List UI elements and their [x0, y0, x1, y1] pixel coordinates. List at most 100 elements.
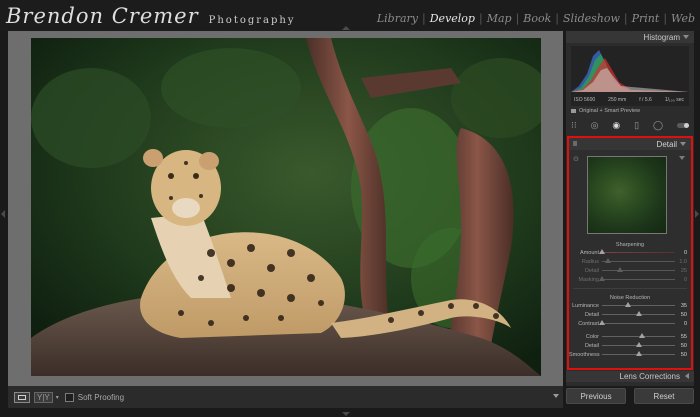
panel-switch-icon[interactable]	[573, 141, 577, 146]
target-adjust-icon[interactable]: ⊙	[573, 155, 579, 163]
slider-luminance-contrast[interactable]: Contrast 0	[569, 319, 691, 328]
slider-sharpen-amount[interactable]: Amount 0	[569, 248, 691, 257]
module-library[interactable]: Library	[374, 12, 421, 25]
slider-sharpen-detail[interactable]: Detail 25	[569, 266, 691, 275]
detail-zoom-preview[interactable]	[587, 156, 667, 234]
slider-track[interactable]	[599, 276, 675, 281]
crop-icon[interactable]: ⁝⁝	[571, 120, 577, 130]
slider-knob[interactable]	[599, 320, 605, 325]
module-map[interactable]: Map	[484, 12, 515, 25]
expand-lens-corrections-icon	[685, 373, 689, 379]
slider-track[interactable]	[599, 320, 675, 325]
radial-filter-icon[interactable]: ◯	[653, 120, 663, 130]
slider-knob[interactable]	[617, 267, 624, 272]
right-panel: Histogram ISO 5600 250 mm f / 5.6 1/₁₀₀ …	[566, 31, 694, 386]
slider-value[interactable]: 55	[675, 334, 687, 340]
slider-label: Detail	[584, 267, 599, 274]
collapse-top-panel-icon[interactable]	[342, 26, 350, 30]
slider-track[interactable]	[602, 302, 675, 307]
red-eye-icon[interactable]: ◉	[612, 120, 620, 130]
slider-knob[interactable]	[635, 351, 642, 356]
slider-value[interactable]: 35	[675, 303, 687, 309]
zoom-preview-toggle-icon[interactable]	[679, 156, 685, 160]
module-develop[interactable]: Develop	[427, 12, 478, 25]
slider-value[interactable]: 0	[675, 277, 687, 283]
slider-value[interactable]: 1.0	[675, 259, 687, 265]
slider-track[interactable]	[602, 258, 675, 263]
module-print[interactable]: Print	[629, 12, 663, 25]
slider-value[interactable]: 25	[675, 268, 687, 274]
slider-luminance-detail[interactable]: Detail 50	[569, 310, 691, 319]
reset-button[interactable]: Reset	[634, 388, 694, 404]
previous-button[interactable]: Previous	[566, 388, 626, 404]
slider-knob[interactable]	[599, 276, 605, 281]
slider-value[interactable]: 0	[675, 321, 687, 327]
slider-sharpen-radius[interactable]: Radius 1.0	[569, 257, 691, 266]
top-bar: Brendon Cremer Photography Library | Deve…	[0, 0, 700, 31]
before-after-menu-icon[interactable]: ▾	[56, 394, 59, 401]
collapse-histogram-icon	[683, 35, 689, 39]
exif-shutter: 1/₁₀₀ sec	[664, 97, 684, 103]
module-web[interactable]: Web	[668, 12, 698, 25]
adjustment-brush-icon[interactable]	[676, 122, 689, 128]
slider-knob[interactable]	[635, 342, 642, 347]
module-picker: Library | Develop | Map | Book | Slideshow | …	[374, 12, 698, 25]
soft-proofing-label: Soft Proofing	[77, 392, 125, 402]
slider-track[interactable]	[599, 249, 675, 254]
tool-strip: ⁝⁝ ◎ ◉ ▯ ◯	[571, 119, 689, 131]
leopard-photo-image	[31, 38, 541, 376]
slider-knob[interactable]	[599, 249, 605, 254]
panel-buttons: Previous Reset	[566, 388, 694, 406]
slider-track[interactable]	[602, 311, 675, 316]
slider-value[interactable]: 50	[675, 343, 687, 349]
loupe-view-button[interactable]	[14, 391, 30, 403]
slider-luminance[interactable]: Luminance 35	[569, 301, 691, 310]
expand-filmstrip-icon[interactable]	[342, 412, 350, 416]
module-book[interactable]: Book	[520, 12, 554, 25]
slider-color-detail[interactable]: Detail 50	[569, 341, 691, 350]
preview-status: Original + Smart Preview	[571, 108, 689, 114]
slider-track[interactable]	[602, 342, 675, 347]
before-after-button[interactable]: Y|Y	[34, 391, 53, 403]
slider-track[interactable]	[602, 267, 675, 272]
slider-value[interactable]: 50	[675, 312, 687, 318]
slider-value[interactable]: 50	[675, 352, 687, 358]
slider-sharpen-masking[interactable]: Masking 0	[569, 275, 691, 284]
histogram-header[interactable]: Histogram	[566, 31, 694, 43]
exif-focal: 250 mm	[608, 97, 627, 103]
slider-knob[interactable]	[604, 258, 611, 263]
detail-panel: Detail ⊙ Sharpening Amount 0 Radius 1.0 …	[567, 136, 693, 370]
slider-label: Contrast	[578, 320, 599, 327]
lens-corrections-header[interactable]: Lens Corrections	[566, 371, 694, 382]
toolbar-menu-icon[interactable]	[553, 394, 559, 398]
slider-label: Luminance	[572, 302, 599, 309]
module-slideshow[interactable]: Slideshow	[560, 12, 623, 25]
slider-knob[interactable]	[624, 302, 631, 307]
collapse-right-panel-icon[interactable]	[695, 210, 699, 218]
slider-smoothness[interactable]: Smoothness 50	[569, 350, 691, 359]
slider-track[interactable]	[602, 333, 675, 338]
graduated-filter-icon[interactable]: ▯	[634, 120, 639, 130]
slider-track[interactable]	[602, 351, 675, 356]
identity-name: Brendon Cremer	[6, 4, 199, 28]
detail-title: Detail	[656, 139, 677, 149]
exif-iso: ISO 5600	[574, 97, 596, 103]
slider-color[interactable]: Color 55	[569, 332, 691, 341]
slider-knob[interactable]	[635, 311, 642, 316]
slider-label: Masking	[578, 276, 599, 283]
identity-subtitle: Photography	[208, 15, 296, 26]
smart-preview-icon	[571, 109, 576, 113]
expand-left-panel-icon[interactable]	[1, 210, 5, 218]
preview-status-label: Original + Smart Preview	[579, 108, 640, 114]
detail-header[interactable]: Detail	[569, 138, 691, 150]
slider-value[interactable]: 0	[675, 250, 687, 256]
histogram-graph	[571, 50, 689, 92]
histogram-panel: ISO 5600 250 mm f / 5.6 1/₁₀₀ sec	[571, 46, 689, 106]
soft-proofing-checkbox[interactable]	[64, 392, 74, 402]
bottom-toolbar: Y|Y ▾ Soft Proofing	[8, 386, 563, 408]
histogram-title: Histogram	[643, 32, 680, 42]
spot-removal-icon[interactable]: ◎	[591, 120, 599, 130]
slider-knob[interactable]	[639, 333, 646, 338]
histogram-exif: ISO 5600 250 mm f / 5.6 1/₁₀₀ sec	[574, 97, 684, 103]
photo-leopard[interactable]	[31, 38, 541, 376]
